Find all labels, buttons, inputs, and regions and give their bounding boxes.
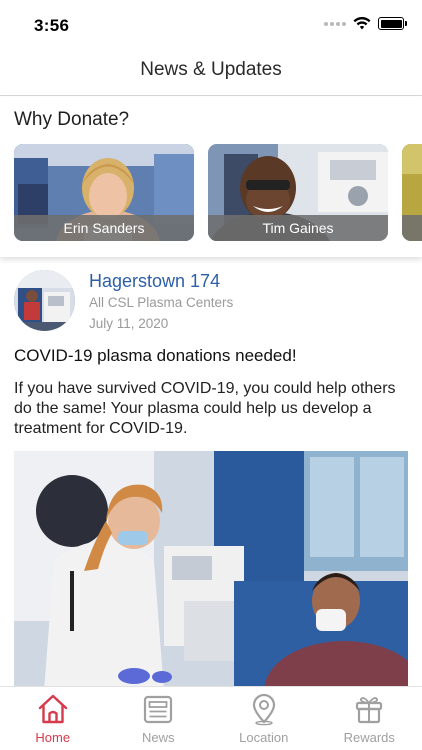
tab-news-label: News — [141, 730, 175, 745]
post-body: If you have survived COVID-19, you could… — [14, 380, 396, 437]
page-title: News & Updates — [140, 59, 282, 80]
why-donate-section: Why Donate? Erin Sanders Tim Gaines — [0, 97, 422, 257]
tab-rewards[interactable]: Rewards — [317, 687, 422, 750]
donor-name: Tim Gaines — [208, 215, 388, 241]
battery-icon — [378, 17, 407, 30]
post-date: July 11, 2020 — [89, 316, 169, 331]
status-icons — [324, 17, 407, 30]
donor-name: Erin Sanders — [14, 215, 194, 241]
tab-location-label: Location — [239, 730, 289, 745]
post-headline: COVID-19 plasma donations needed! — [14, 346, 297, 365]
home-icon — [38, 694, 67, 724]
news-icon — [144, 695, 173, 724]
donor-story-card[interactable]: Erin Sanders — [14, 144, 194, 241]
center-avatar — [14, 270, 75, 331]
navigation-bar: News & Updates — [0, 48, 422, 96]
post-image — [14, 451, 408, 691]
why-donate-title: Why Donate? — [14, 109, 130, 130]
status-time: 3:56 — [34, 16, 70, 35]
wifi-icon — [353, 17, 371, 30]
tab-home-label: Home — [35, 730, 71, 745]
donor-story-card[interactable]: Tim Gaines — [208, 144, 388, 241]
tab-bar: Home News Location Rewards — [0, 686, 422, 750]
post-location-link[interactable]: Hagerstown 174 — [89, 271, 220, 292]
donor-stories-carousel[interactable]: Erin Sanders Tim Gaines — [14, 144, 422, 241]
donor-name-partial — [402, 215, 422, 241]
post-organization: All CSL Plasma Centers — [89, 295, 234, 310]
tab-news[interactable]: News — [106, 687, 212, 750]
gift-icon — [356, 697, 383, 724]
status-bar: 3:56 — [0, 0, 422, 48]
donor-story-card[interactable] — [402, 144, 422, 241]
cellular-signal-icon — [324, 21, 346, 26]
tab-location[interactable]: Location — [211, 687, 317, 750]
tab-rewards-label: Rewards — [343, 730, 395, 745]
location-pin-icon — [252, 693, 275, 726]
tab-home[interactable]: Home — [0, 687, 106, 750]
